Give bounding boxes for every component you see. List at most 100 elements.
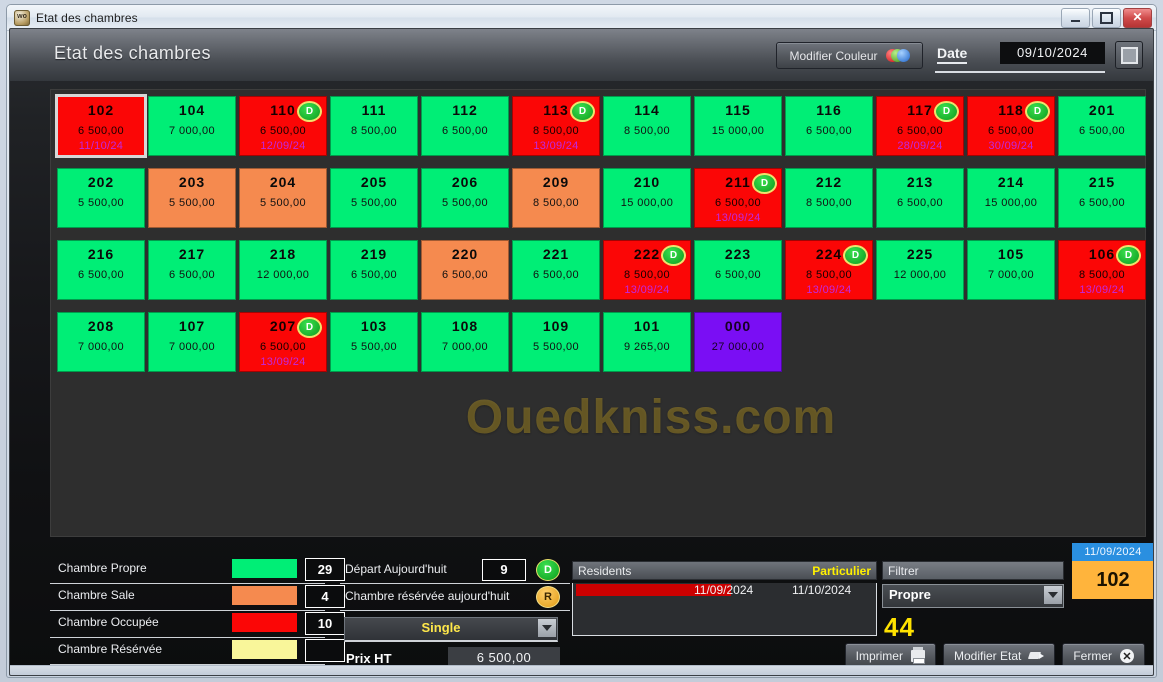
room-number: 107 <box>178 318 206 334</box>
legend-count: 10 <box>305 612 345 635</box>
room-cell-207[interactable]: 207 6 500,00 13/09/24 D <box>239 312 327 372</box>
room-date: 13/09/24 <box>1079 284 1125 296</box>
printer-icon <box>910 647 925 664</box>
filter-select[interactable]: Propre <box>882 584 1064 608</box>
residents-type: Particulier <box>812 564 871 578</box>
room-price: 6 500,00 <box>714 197 762 209</box>
room-cell-000[interactable]: 000 27 000,00 <box>694 312 782 372</box>
legend-count: 29 <box>305 558 345 581</box>
close-button[interactable]: ✕ <box>1123 7 1152 28</box>
room-cell-206[interactable]: 206 5 500,00 <box>421 168 509 228</box>
room-cell-211[interactable]: 211 6 500,00 13/09/24 D <box>694 168 782 228</box>
watermark: Ouedkniss.com <box>465 391 837 444</box>
room-cell-105[interactable]: 105 7 000,00 <box>967 240 1055 300</box>
filter-value: Propre <box>889 587 931 602</box>
room-cell-201[interactable]: 201 6 500,00 <box>1058 96 1146 156</box>
legend-swatch <box>232 613 297 632</box>
filter-title: Filtrer <box>888 564 919 578</box>
room-number: 105 <box>997 246 1025 262</box>
room-cell-109[interactable]: 109 5 500,00 <box>512 312 600 372</box>
room-cell-202[interactable]: 202 5 500,00 <box>57 168 145 228</box>
room-cell-219[interactable]: 219 6 500,00 <box>330 240 418 300</box>
room-cell-102[interactable]: 102 6 500,00 11/10/24 <box>55 94 147 158</box>
legend-swatch <box>232 586 297 605</box>
room-type-select[interactable]: Single <box>344 617 558 642</box>
room-cell-203[interactable]: 203 5 500,00 <box>148 168 236 228</box>
room-cell-216[interactable]: 216 6 500,00 <box>57 240 145 300</box>
date-field-group: Date 09/10/2024 <box>935 39 1105 73</box>
room-price: 6 500,00 <box>805 125 853 137</box>
room-number: 117 <box>907 102 933 118</box>
room-cell-106[interactable]: 106 8 500,00 13/09/24 D <box>1058 240 1146 300</box>
room-cell-217[interactable]: 217 6 500,00 <box>148 240 236 300</box>
room-cell-104[interactable]: 104 7 000,00 <box>148 96 236 156</box>
maximize-button[interactable] <box>1092 7 1121 28</box>
room-cell-218[interactable]: 218 12 000,00 <box>239 240 327 300</box>
room-cell-204[interactable]: 204 5 500,00 <box>239 168 327 228</box>
pencil-icon <box>1029 650 1045 662</box>
room-cell-223[interactable]: 223 6 500,00 <box>694 240 782 300</box>
room-cell-112[interactable]: 112 6 500,00 <box>421 96 509 156</box>
calendar-icon <box>1120 46 1138 64</box>
room-cell-114[interactable]: 114 8 500,00 <box>603 96 691 156</box>
chevron-down-icon[interactable] <box>1044 586 1062 604</box>
room-cell-101[interactable]: 101 9 265,00 <box>603 312 691 372</box>
room-cell-205[interactable]: 205 5 500,00 <box>330 168 418 228</box>
room-cell-209[interactable]: 209 8 500,00 <box>512 168 600 228</box>
room-cell-208[interactable]: 208 7 000,00 <box>57 312 145 372</box>
room-cell-212[interactable]: 212 8 500,00 <box>785 168 873 228</box>
minimize-button[interactable] <box>1061 7 1090 28</box>
room-date: 13/09/24 <box>533 140 579 152</box>
room-number: 203 <box>178 174 206 190</box>
room-cell-213[interactable]: 213 6 500,00 <box>876 168 964 228</box>
room-price: 5 500,00 <box>350 197 398 209</box>
app-body: Etat des chambres Modifier Couleur Date … <box>9 28 1154 676</box>
room-cell-115[interactable]: 115 15 000,00 <box>694 96 782 156</box>
legend-label: Chambre Occupée <box>58 615 159 629</box>
departure-badge-icon: D <box>297 317 322 338</box>
modifier-couleur-button[interactable]: Modifier Couleur <box>776 42 923 69</box>
room-cell-220[interactable]: 220 6 500,00 <box>421 240 509 300</box>
room-cell-224[interactable]: 224 8 500,00 13/09/24 D <box>785 240 873 300</box>
room-date: 11/10/24 <box>78 140 124 152</box>
residents-list[interactable]: 11/09/2024 11/10/2024 <box>572 583 877 636</box>
room-cell-222[interactable]: 222 8 500,00 13/09/24 D <box>603 240 691 300</box>
room-price: 6 500,00 <box>1078 197 1126 209</box>
depart-badge-icon: D <box>536 559 560 581</box>
calendar-button[interactable] <box>1115 41 1143 69</box>
room-cell-116[interactable]: 116 6 500,00 <box>785 96 873 156</box>
room-cell-117[interactable]: 117 6 500,00 28/09/24 D <box>876 96 964 156</box>
room-price: 6 500,00 <box>896 125 944 137</box>
room-cell-103[interactable]: 103 5 500,00 <box>330 312 418 372</box>
room-cell-221[interactable]: 221 6 500,00 <box>512 240 600 300</box>
room-date: 13/09/24 <box>260 356 306 368</box>
room-price: 9 265,00 <box>623 341 671 353</box>
prix-ht-label: Prix HT <box>346 651 392 666</box>
residents-title: Residents <box>578 564 632 578</box>
room-cell-118[interactable]: 118 6 500,00 30/09/24 D <box>967 96 1055 156</box>
room-price: 12 000,00 <box>256 269 310 281</box>
room-price: 6 500,00 <box>77 269 125 281</box>
room-cell-110[interactable]: 110 6 500,00 12/09/24 D <box>239 96 327 156</box>
room-number: 217 <box>178 246 206 262</box>
room-cell-107[interactable]: 107 7 000,00 <box>148 312 236 372</box>
room-date: 12/09/24 <box>260 140 306 152</box>
chevron-down-icon[interactable] <box>538 619 556 637</box>
room-cell-225[interactable]: 225 12 000,00 <box>876 240 964 300</box>
room-cell-108[interactable]: 108 7 000,00 <box>421 312 509 372</box>
room-cell-215[interactable]: 215 6 500,00 <box>1058 168 1146 228</box>
room-number: 206 <box>451 174 479 190</box>
selected-room-number: 102 <box>1072 561 1153 599</box>
room-number: 219 <box>360 246 388 262</box>
room-cell-210[interactable]: 210 15 000,00 <box>603 168 691 228</box>
date-input[interactable]: 09/10/2024 <box>1000 42 1105 64</box>
room-number: 224 <box>815 246 843 262</box>
room-number: 222 <box>633 246 661 262</box>
room-cell-111[interactable]: 111 8 500,00 <box>330 96 418 156</box>
resident-row[interactable]: 11/09/2024 11/10/2024 <box>576 583 876 599</box>
room-price: 6 500,00 <box>259 125 307 137</box>
room-cell-214[interactable]: 214 15 000,00 <box>967 168 1055 228</box>
room-cell-113[interactable]: 113 8 500,00 13/09/24 D <box>512 96 600 156</box>
room-number: 212 <box>815 174 843 190</box>
departure-badge-icon: D <box>1116 245 1141 266</box>
